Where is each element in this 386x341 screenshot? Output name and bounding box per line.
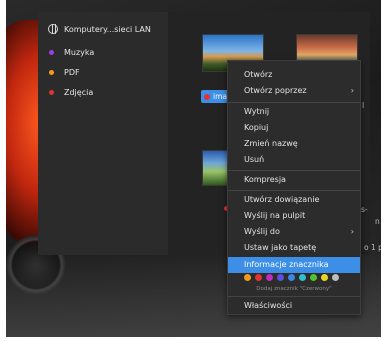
menu-item-label: Wyślij do [244, 227, 280, 236]
menu-item-create-link[interactable]: Utwórz dowiązanie [228, 192, 360, 208]
tag-cyan-swatch[interactable] [299, 274, 306, 281]
menu-item-delete[interactable]: Usuń [228, 152, 360, 168]
menu-item-copy[interactable]: Kopiuj [228, 120, 360, 136]
menu-item-open[interactable]: Otwórz [228, 67, 360, 83]
menu-separator [228, 296, 360, 297]
menu-item-send-to[interactable]: Wyślij do › [228, 224, 360, 240]
tag-red-dot-icon [49, 89, 54, 95]
file-label-partial: s- [361, 205, 368, 214]
sidebar: Komputery...sieci LAN Muzyka PDF Zdjęcia [38, 12, 168, 255]
tag-orange-dot-icon [49, 69, 54, 75]
tag-purple-dot-icon [49, 49, 54, 55]
sidebar-item-tag-music[interactable]: Muzyka [48, 44, 94, 60]
tag-green-swatch[interactable] [310, 274, 317, 281]
chevron-right-icon: › [350, 227, 354, 236]
selected-file-name: ima [213, 92, 227, 101]
menu-item-send-to-desktop[interactable]: Wyślij na pulpit [228, 208, 360, 224]
chevron-right-icon: › [350, 86, 354, 95]
status-item-count: o 1 pli [364, 243, 381, 252]
sidebar-item-tag-photos[interactable]: Zdjęcia [48, 84, 93, 100]
sidebar-item-label: PDF [64, 67, 80, 77]
network-globe-icon [48, 24, 58, 34]
menu-item-open-with[interactable]: Otwórz poprzez › [228, 83, 360, 99]
selected-file-label[interactable]: ima [201, 90, 230, 103]
sidebar-item-tag-pdf[interactable]: PDF [48, 64, 80, 80]
tag-hint-text: Dodaj znacznik "Czerwony" [256, 286, 332, 292]
tag-orange-swatch[interactable] [244, 274, 251, 281]
menu-item-tag-info[interactable]: Informacje znacznika [228, 257, 360, 273]
file-thumbnail[interactable] [202, 150, 228, 186]
tag-yellow-swatch[interactable] [321, 274, 328, 281]
menu-separator [228, 102, 360, 103]
sidebar-item-label: Muzyka [64, 47, 95, 57]
tag-violet-swatch[interactable] [277, 274, 284, 281]
menu-item-label: Otwórz poprzez [244, 86, 307, 95]
file-label-partial: I [362, 101, 365, 110]
desktop-screen: Komputery...sieci LAN Muzyka PDF Zdjęcia… [6, 0, 381, 337]
menu-separator [228, 190, 360, 191]
tag-blue-swatch[interactable] [288, 274, 295, 281]
menu-item-set-wallpaper[interactable]: Ustaw jako tapetę [228, 240, 360, 256]
sidebar-item-label: Komputery...sieci LAN [64, 24, 151, 34]
tag-color-swatches [244, 274, 339, 281]
tag-magenta-swatch[interactable] [266, 274, 273, 281]
tag-gray-swatch[interactable] [332, 274, 339, 281]
sidebar-item-label: Zdjęcia [64, 87, 94, 97]
tag-red-swatch[interactable] [255, 274, 262, 281]
red-tag-icon [204, 93, 210, 100]
menu-item-rename[interactable]: Zmień nazwę [228, 136, 360, 152]
context-menu: Otwórz Otwórz poprzez › Wytnij Kopiuj Zm… [227, 60, 361, 315]
menu-item-cut[interactable]: Wytnij [228, 104, 360, 120]
file-label-partial: n [375, 217, 380, 226]
menu-separator [228, 170, 360, 171]
sidebar-item-network[interactable]: Komputery...sieci LAN [48, 21, 151, 37]
menu-item-compress[interactable]: Kompresja [228, 172, 360, 188]
menu-item-properties[interactable]: Właściwości [228, 298, 360, 314]
